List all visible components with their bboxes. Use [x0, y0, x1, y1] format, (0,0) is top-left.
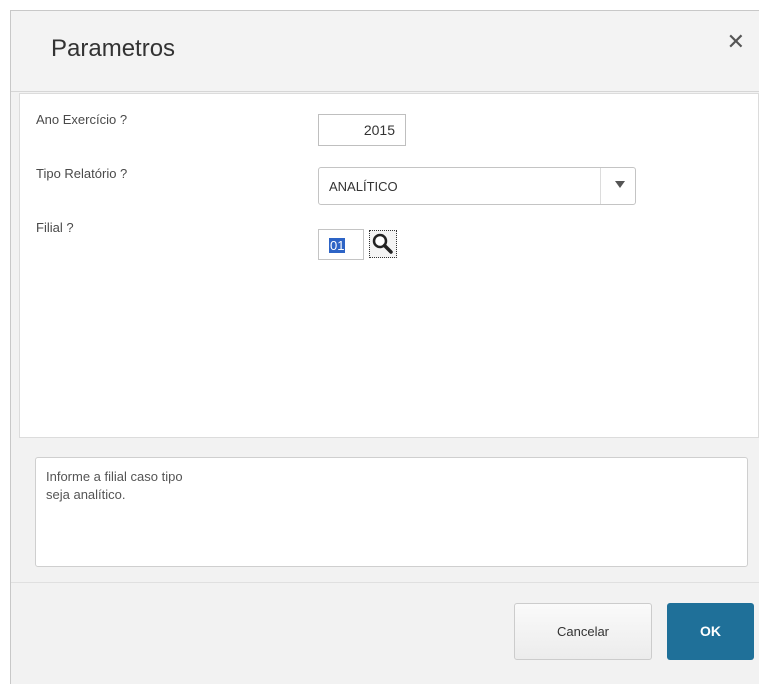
- ok-button[interactable]: OK: [667, 603, 754, 660]
- dialog-title: Parametros: [51, 35, 176, 62]
- search-icon: [372, 233, 393, 254]
- ano-exercicio-field[interactable]: 2015: [318, 114, 406, 146]
- chevron-down-icon[interactable]: [615, 181, 625, 188]
- filial-value: 01: [329, 238, 346, 253]
- footer-divider: [11, 582, 759, 583]
- filial-label: Filial ?: [36, 220, 74, 235]
- dialog-header: Parametros ✕: [11, 11, 759, 92]
- filial-field[interactable]: 01: [318, 229, 364, 260]
- cancel-button[interactable]: Cancelar: [514, 603, 652, 660]
- help-text-line: Informe a filial caso tipo: [46, 469, 183, 484]
- ano-exercicio-label: Ano Exercício ?: [36, 112, 128, 127]
- select-divider: [600, 168, 601, 204]
- filial-lookup-button[interactable]: [369, 230, 397, 258]
- help-text-box: Informe a filial caso tipo seja analític…: [35, 457, 748, 567]
- tipo-relatorio-value: ANALÍTICO: [329, 179, 398, 194]
- tipo-relatorio-select[interactable]: ANALÍTICO: [318, 167, 636, 205]
- help-text-line: seja analítico.: [46, 487, 126, 502]
- tipo-relatorio-label: Tipo Relatório ?: [36, 166, 128, 181]
- parameters-panel: Ano Exercício ? 2015 Tipo Relatório ? AN…: [19, 93, 759, 438]
- close-icon[interactable]: ✕: [727, 31, 745, 53]
- parameters-dialog: Parametros ✕ Ano Exercício ? 2015 Tipo R…: [10, 10, 759, 684]
